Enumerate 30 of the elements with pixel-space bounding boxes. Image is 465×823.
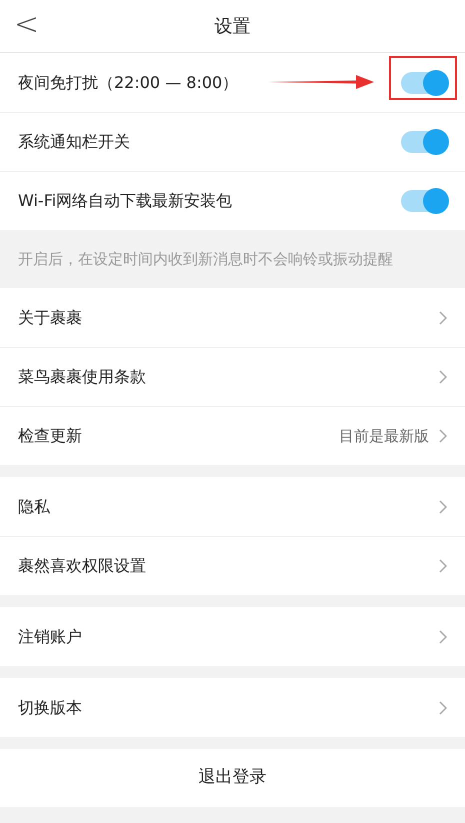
back-button[interactable]: < bbox=[14, 8, 40, 42]
chevron-icon bbox=[439, 429, 447, 443]
item-label: 裹然喜欢权限设置 bbox=[18, 555, 146, 577]
chevron-icon bbox=[439, 559, 447, 573]
setting-label: 系统通知栏开关 bbox=[18, 131, 130, 153]
item-label: 检查更新 bbox=[18, 425, 82, 447]
chevron-icon bbox=[439, 370, 447, 384]
menu-item[interactable]: 裹然喜欢权限设置 bbox=[0, 536, 465, 595]
menu-item[interactable]: 菜鸟裹裹使用条款 bbox=[0, 347, 465, 406]
item-label: 菜鸟裹裹使用条款 bbox=[18, 366, 146, 388]
setting-label: 夜间免打扰（22:00 — 8:00） bbox=[18, 72, 238, 94]
chevron-icon bbox=[439, 700, 447, 714]
hint-text: 开启后，在设定时间内收到新消息时不会响铃或振动提醒 bbox=[18, 248, 393, 270]
menu-item[interactable]: 关于裹裹 bbox=[0, 288, 465, 347]
menu-item[interactable]: 切换版本 bbox=[0, 678, 465, 737]
item-label: 关于裹裹 bbox=[18, 306, 82, 328]
chevron-icon bbox=[439, 630, 447, 644]
item-value: 目前是最新版 bbox=[339, 426, 429, 447]
menu-item[interactable]: 注销账户 bbox=[0, 607, 465, 666]
logout-button[interactable]: 退出登录 bbox=[0, 749, 465, 807]
chevron-icon bbox=[439, 310, 447, 324]
menu-item[interactable]: 检查更新 目前是最新版 bbox=[0, 406, 465, 465]
item-label: 注销账户 bbox=[18, 626, 82, 648]
setting-label: Wi-Fi网络自动下载最新安装包 bbox=[18, 190, 232, 212]
highlight-box bbox=[389, 56, 457, 100]
chevron-icon bbox=[439, 500, 447, 514]
page-title: 设置 bbox=[214, 14, 250, 38]
menu-item[interactable]: 隐私 bbox=[0, 477, 465, 536]
item-label: 隐私 bbox=[18, 496, 50, 518]
item-label: 切换版本 bbox=[18, 696, 82, 718]
